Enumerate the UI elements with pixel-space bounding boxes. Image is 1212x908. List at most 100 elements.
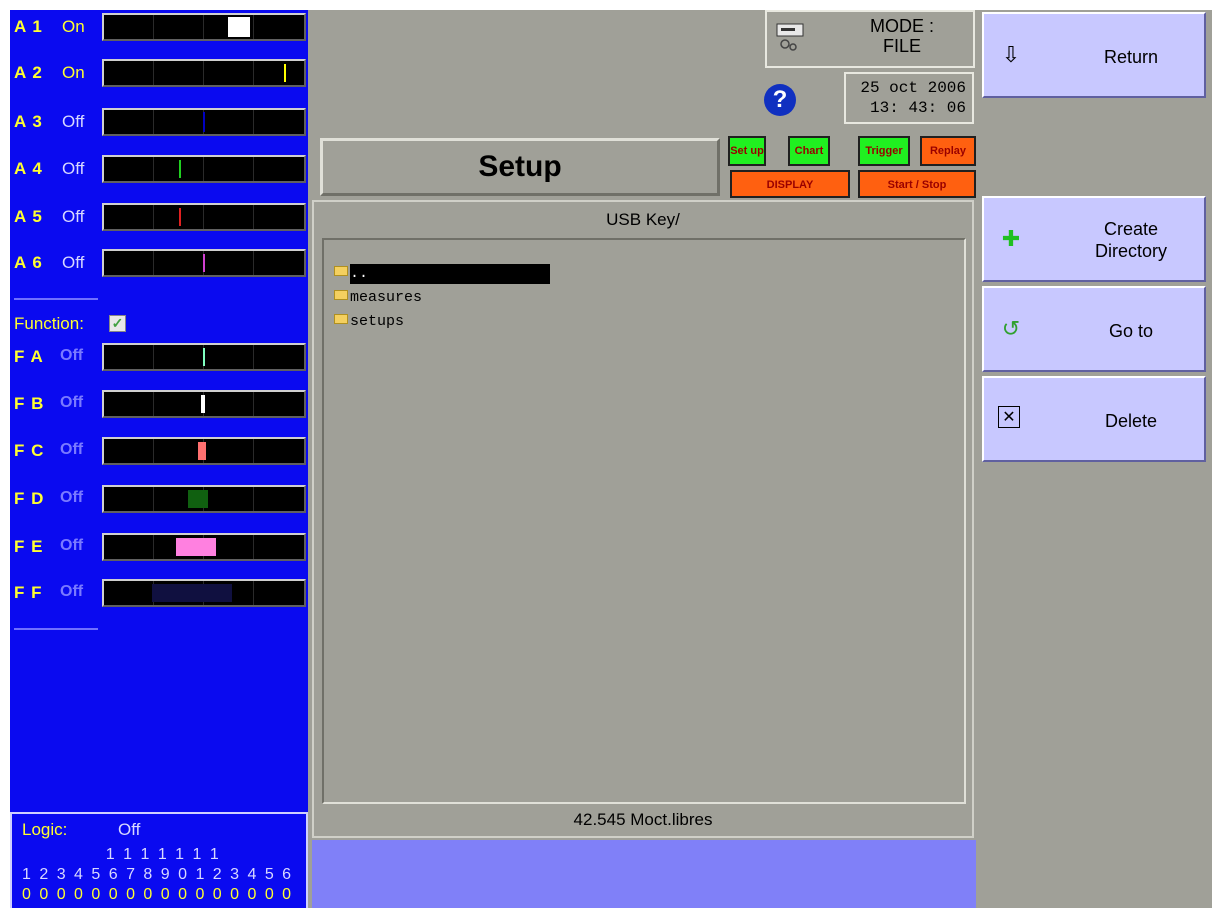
function-marker [188,490,208,508]
goto-button[interactable]: ↺ Go to [982,286,1206,372]
delete-label: Delete [1104,411,1158,431]
logic-label: Logic: [22,820,68,839]
function-row-fb[interactable]: F B Off [10,387,308,421]
mode-value: FILE [882,36,921,56]
function-name: F F [14,583,43,603]
logic-tens-row: 1 1 1 1 1 1 1 [22,846,221,863]
function-row-fd[interactable]: F D Off [10,482,308,516]
function-state: Off [60,489,84,506]
logic-panel[interactable]: Logic: Off 1 1 1 1 1 1 1 1 2 3 4 5 6 7 8… [10,812,308,908]
channel-marker [203,254,205,272]
channel-name: A 1 [14,17,43,36]
date-text: 25 oct 2006 [860,79,966,97]
channel-state: Off [62,159,85,178]
function-level-bar [102,390,306,418]
channel-level-bar [102,108,306,136]
file-browser: USB Key/ .. measures setups 42.545 Moct.… [312,200,974,838]
function-name: F D [14,489,45,509]
logic-state-row: 0 0 0 0 0 0 0 0 0 0 0 0 0 0 0 0 [22,886,294,903]
channel-name: A 5 [14,207,43,226]
return-button[interactable]: ⇩ Return [982,12,1206,98]
list-item[interactable]: .. [334,264,550,284]
channel-row-a6[interactable]: A 6 Off [10,246,308,280]
channel-row-a5[interactable]: A 5 Off [10,200,308,234]
function-row-ff[interactable]: F F Off [10,576,308,610]
function-level-bar [102,343,306,371]
tab-replay[interactable]: Replay [920,136,976,166]
channel-level-bar [102,13,306,41]
channel-level-bar [102,203,306,231]
tab-chart[interactable]: Chart [788,136,830,166]
page-title: Setup [320,138,720,196]
list-item[interactable]: setups [334,312,404,332]
channel-name: A 2 [14,63,43,82]
folder-icon [334,290,348,300]
create-directory-button[interactable]: ✚ Create Directory [982,196,1206,282]
function-marker [203,348,205,366]
folder-icon [334,314,348,324]
channel-state: Off [62,207,85,226]
channel-level-bar [102,155,306,183]
usb-drive-icon [776,23,804,51]
function-level-bar [102,485,306,513]
function-state: Off [60,394,84,411]
function-marker [152,584,232,602]
channel-panel: A 1 On A 2 On A 3 Off A 4 Off A 5 Off A … [10,10,308,908]
channel-row-a4[interactable]: A 4 Off [10,152,308,186]
function-name: F A [14,347,44,367]
start-stop-button[interactable]: Start / Stop [858,170,976,198]
logic-value: Off [118,820,141,839]
tab-display[interactable]: DISPLAY [730,170,850,198]
divider [14,298,98,300]
function-state: Off [60,441,84,458]
function-row-fc[interactable]: F C Off [10,434,308,468]
function-row-fe[interactable]: F E Off [10,530,308,564]
mode-label: MODE : [869,16,934,36]
channel-row-a1[interactable]: A 1 On [10,10,308,44]
function-state: Off [60,583,84,600]
goto-arrow-icon: ↺ [1001,316,1021,341]
channel-name: A 4 [14,159,43,178]
delete-button[interactable]: ✕ Delete [982,376,1206,462]
tab-trigger[interactable]: Trigger [858,136,910,166]
create-directory-label-1: Create [1103,219,1159,239]
mode-text: MODE : FILE [837,16,967,56]
arrow-down-icon: ⇩ [1001,42,1021,67]
tab-setup[interactable]: Set up [728,136,766,166]
channel-name: A 6 [14,253,43,272]
mode-indicator: MODE : FILE [765,10,975,68]
channel-row-a2[interactable]: A 2 On [10,56,308,90]
channel-marker [179,208,181,226]
time-text: 13: 43: 06 [869,99,966,117]
return-label: Return [1103,47,1159,67]
function-level-bar [102,579,306,607]
function-name: F C [14,441,45,461]
file-list[interactable]: .. measures setups [322,238,966,804]
folder-icon [334,266,348,276]
channel-level-bar [102,59,306,87]
channel-state: Off [62,253,85,272]
new-folder-icon: ✚ [1001,226,1021,251]
channel-state: On [62,17,85,36]
function-checkbox[interactable]: ✓ [109,315,126,332]
delete-icon: ✕ [998,406,1020,428]
file-name: measures [350,289,423,306]
channel-marker [179,160,181,178]
free-space-status: 42.545 Moct.libres [573,810,713,829]
function-state: Off [60,347,84,364]
current-path: USB Key/ [606,210,680,229]
function-row-fa[interactable]: F A Off [10,340,308,374]
function-level-bar [102,437,306,465]
help-icon[interactable]: ? [764,84,796,116]
function-marker [198,442,206,460]
channel-row-a3[interactable]: A 3 Off [10,105,308,139]
file-name: setups [350,313,405,330]
date-time-display: 25 oct 2006 13: 43: 06 [844,72,974,124]
channel-name: A 3 [14,112,43,131]
list-item[interactable]: measures [334,288,422,308]
function-state: Off [60,537,84,554]
channel-state: Off [62,112,85,131]
main-area: MODE : FILE ? 25 oct 2006 13: 43: 06 Set… [308,10,976,908]
function-name: F B [14,394,45,414]
file-name: .. [350,264,550,284]
